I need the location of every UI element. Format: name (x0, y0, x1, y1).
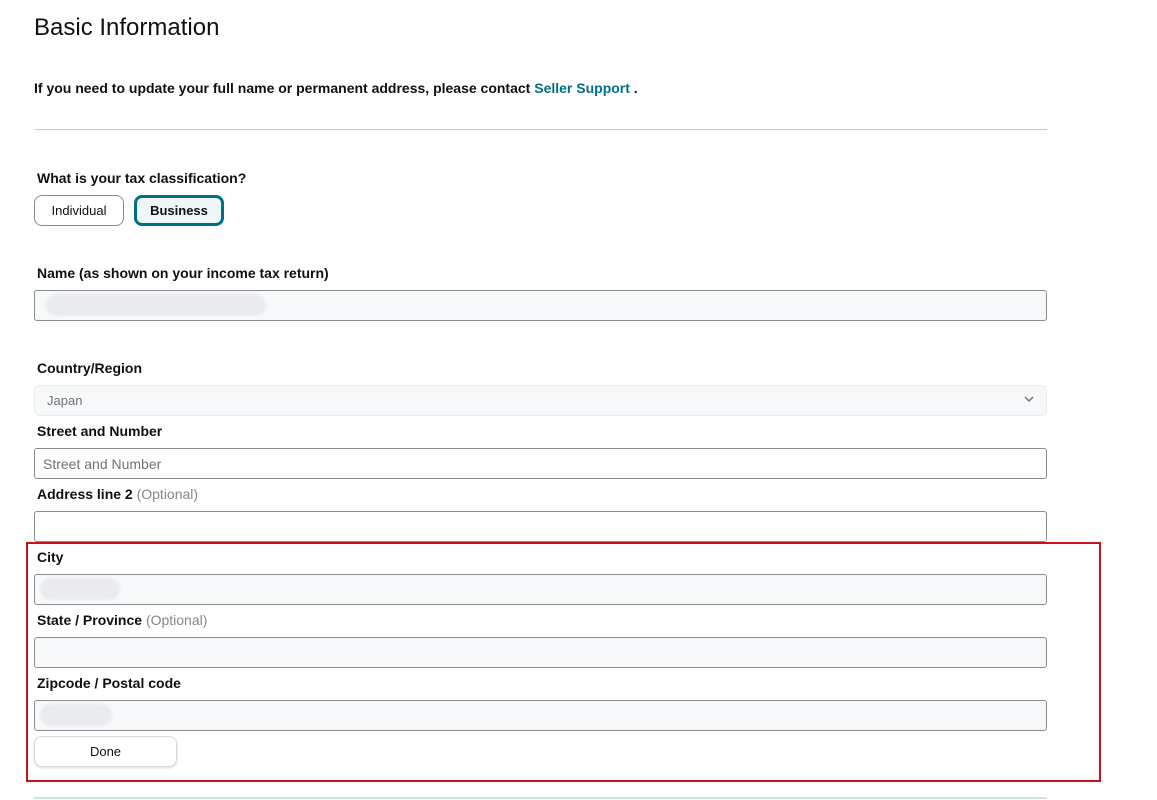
page-title: Basic Information (34, 14, 220, 41)
address-line2-label-text: Address line 2 (37, 486, 133, 502)
done-button[interactable]: Done (34, 736, 177, 767)
zip-label: Zipcode / Postal code (37, 675, 181, 691)
chevron-down-icon (1024, 396, 1034, 403)
street-label: Street and Number (37, 423, 163, 439)
city-input[interactable] (34, 574, 1047, 605)
tax-classification-label: What is your tax classification? (37, 170, 247, 186)
individual-option-button[interactable]: Individual (34, 195, 124, 226)
address-line2-label: Address line 2 (Optional) (37, 486, 198, 502)
street-input[interactable] (34, 448, 1047, 479)
redacted-zip (40, 704, 112, 726)
optional-tag: (Optional) (145, 612, 208, 628)
country-label: Country/Region (37, 360, 142, 376)
name-label: Name (as shown on your income tax return… (37, 265, 329, 281)
zip-input[interactable] (34, 700, 1047, 731)
notice-end: . (629, 80, 638, 96)
notice-text: If you need to update your full name or … (34, 80, 535, 96)
country-select[interactable]: Japan (34, 385, 1047, 416)
address-line2-input[interactable] (34, 511, 1047, 542)
state-label: State / Province (Optional) (37, 612, 207, 628)
business-option-button[interactable]: Business (134, 195, 224, 226)
state-label-text: State / Province (37, 612, 143, 628)
update-notice: If you need to update your full name or … (34, 80, 638, 96)
seller-support-link[interactable]: Seller Support (534, 80, 630, 96)
redacted-name (46, 294, 266, 316)
section-divider (34, 129, 1047, 130)
state-input[interactable] (34, 637, 1047, 668)
optional-tag: (Optional) (136, 486, 199, 502)
redacted-city (40, 578, 120, 600)
bottom-divider (34, 797, 1047, 799)
country-select-value: Japan (47, 393, 83, 408)
basic-information-page: Basic Information If you need to update … (0, 0, 1157, 800)
city-label: City (37, 549, 64, 565)
